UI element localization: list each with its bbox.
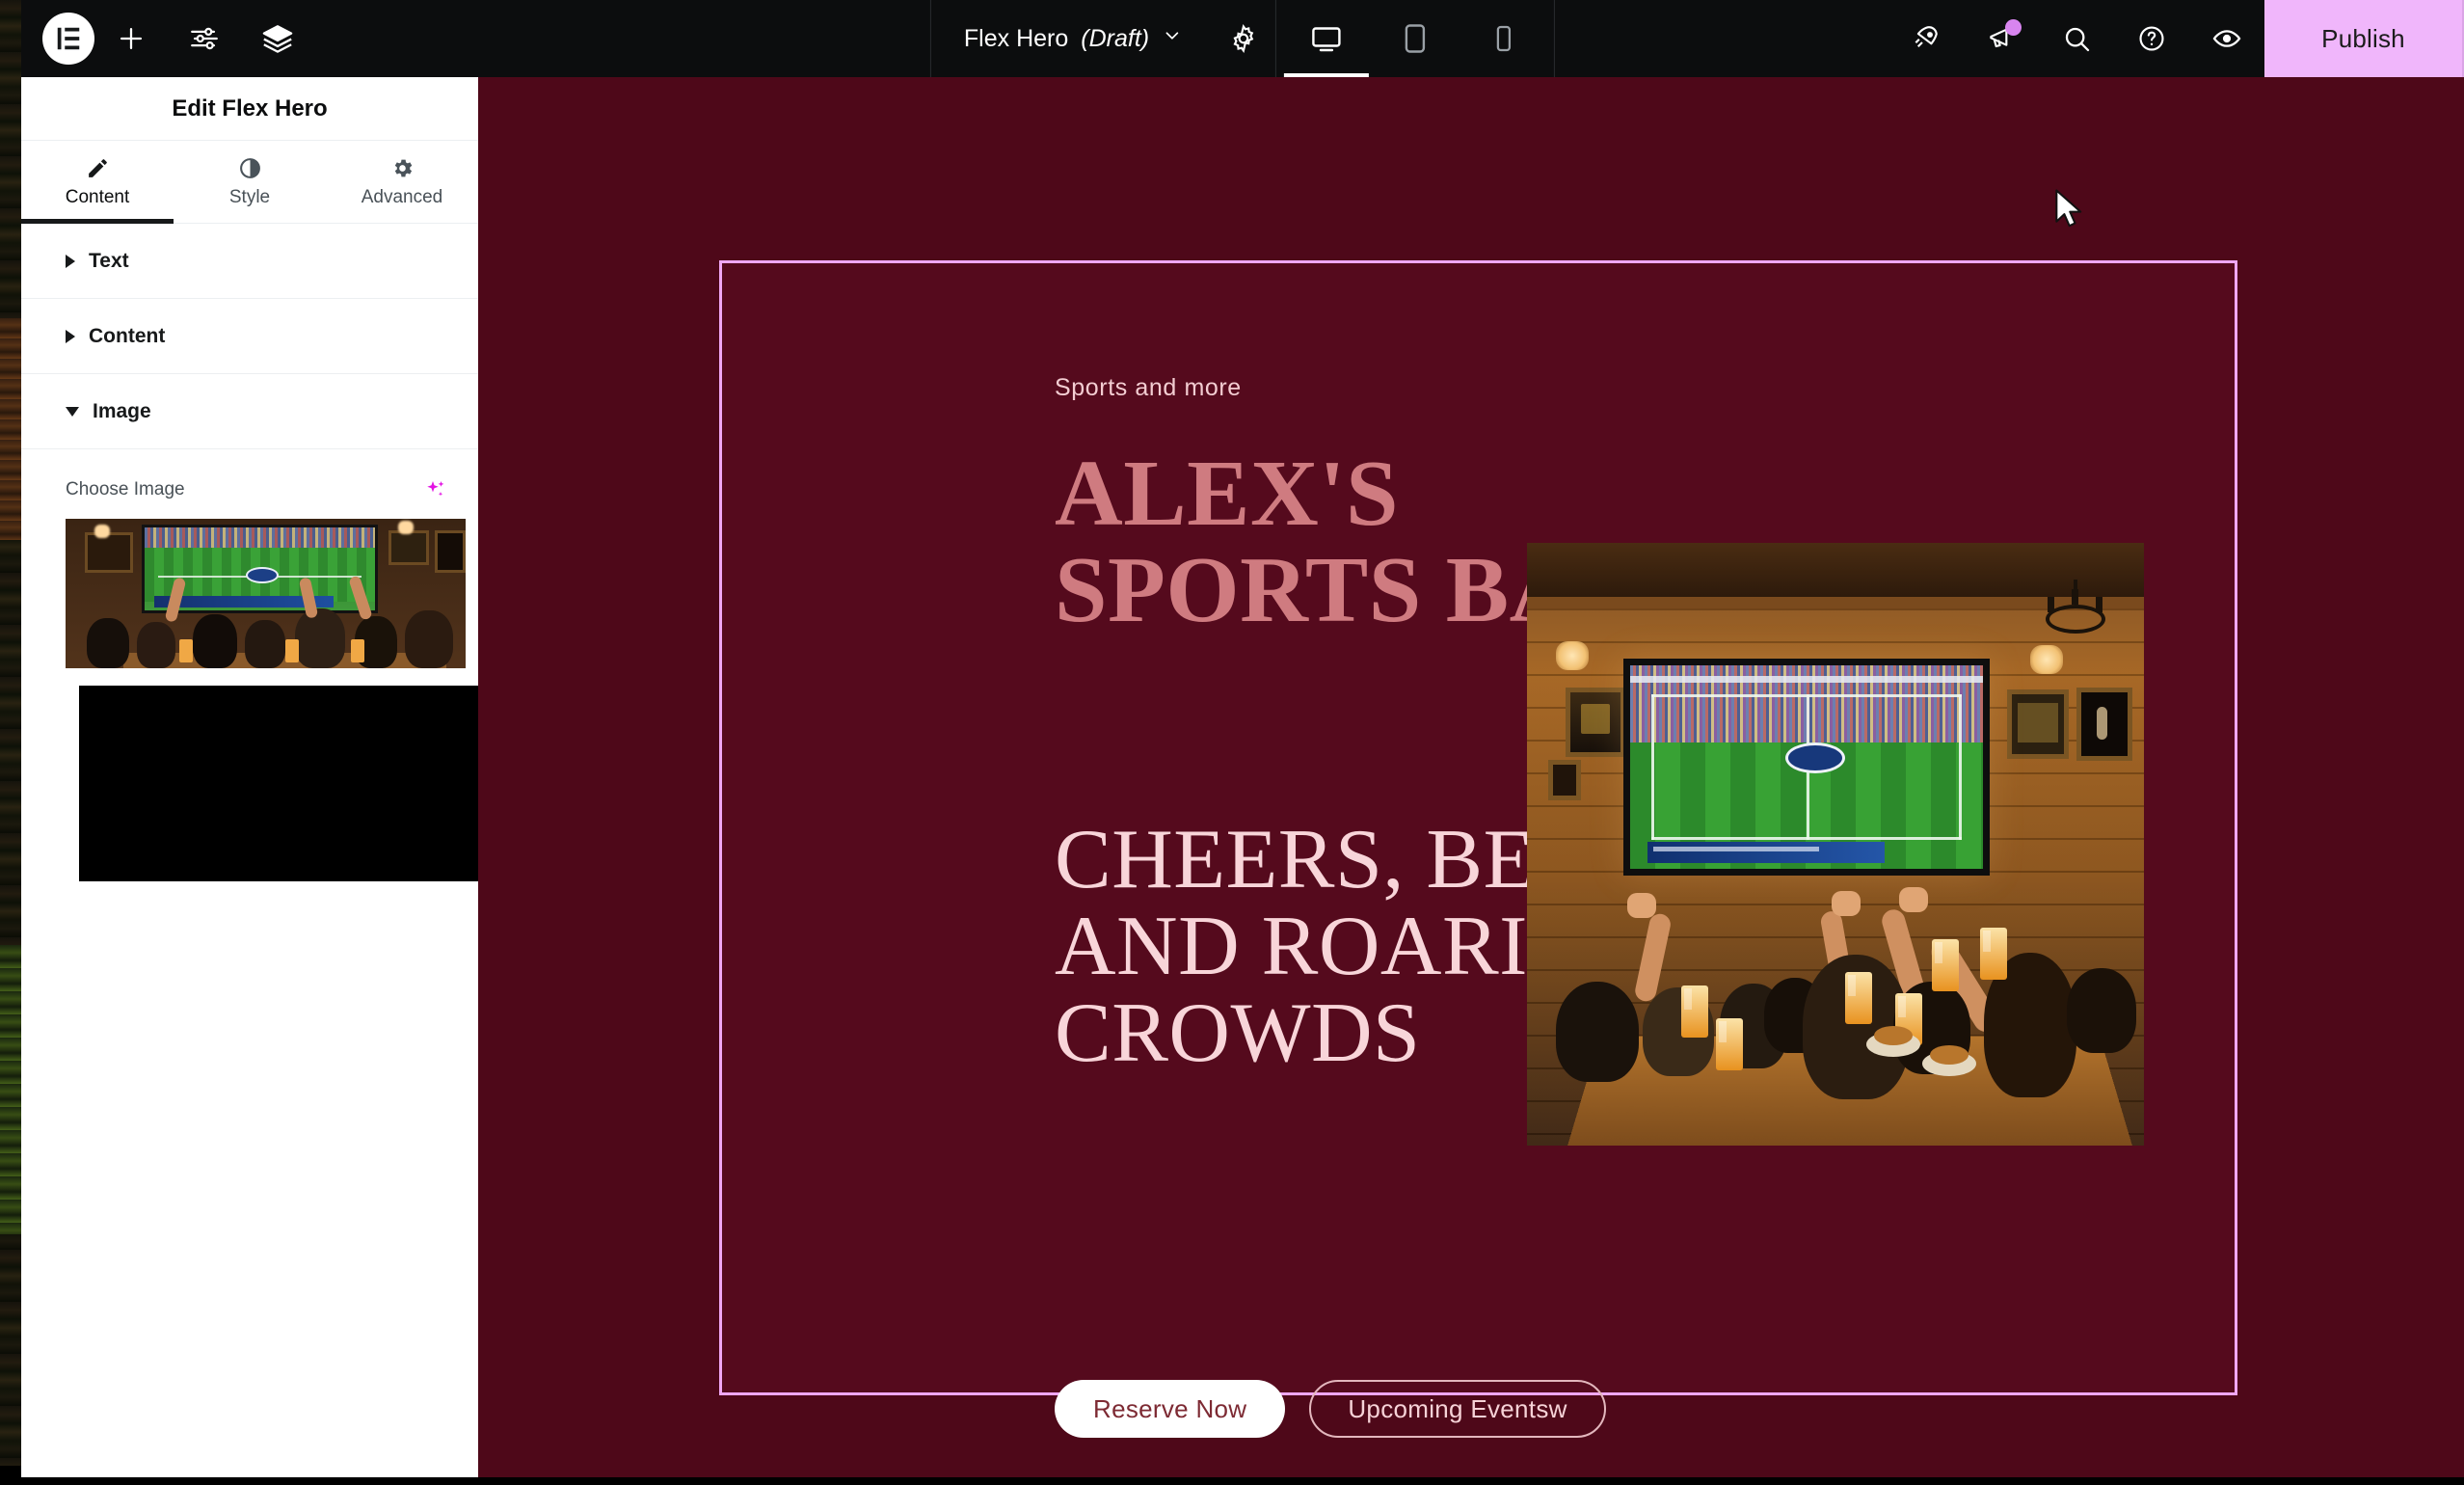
device-preview-switcher — [1276, 0, 1554, 77]
media-preview-placeholder[interactable] — [79, 686, 488, 881]
thumb-wall-light — [94, 525, 110, 538]
editor-root: Flex Hero (Draft) Publish Edit Flex Hero… — [0, 0, 2464, 1485]
hero-container-selected[interactable]: Sports and more ALEX'S SPORTS BAR CHEERS… — [719, 260, 2237, 1438]
chandelier-icon — [2040, 580, 2111, 649]
tab-advanced[interactable]: Advanced — [326, 141, 478, 223]
pencil-icon — [86, 156, 110, 180]
chevron-right-icon — [66, 254, 75, 268]
gear-icon — [390, 156, 415, 180]
tab-style[interactable]: Style — [174, 141, 326, 223]
search-icon[interactable] — [2039, 0, 2114, 77]
chevron-down-icon — [1162, 25, 1183, 53]
wall-sconce — [2030, 645, 2063, 674]
notification-badge — [2005, 19, 2022, 36]
top-bar-center-group: Flex Hero (Draft) — [929, 0, 1556, 77]
elementor-logo-icon[interactable] — [42, 13, 94, 65]
device-desktop-button[interactable] — [1282, 0, 1371, 77]
choose-image-control: Choose Image — [21, 449, 488, 881]
top-bar-right-group: Publish — [1888, 0, 2464, 77]
thumb-wall-frame — [388, 530, 429, 565]
tab-content[interactable]: Content — [21, 141, 174, 224]
wall-picture-frame — [2007, 689, 2069, 759]
chevron-down-icon — [66, 406, 79, 417]
section-image-label: Image — [93, 399, 151, 422]
publish-button[interactable]: Publish — [2264, 0, 2462, 77]
tab-style-label: Style — [228, 186, 271, 207]
document-title: Flex Hero — [963, 24, 1069, 52]
sliver-warm-band — [0, 318, 21, 540]
thumb-wall-frame — [435, 530, 466, 573]
layers-stack-icon[interactable] — [241, 0, 314, 77]
thumb-wall-light — [398, 521, 414, 534]
wall-picture-frame — [2076, 688, 2132, 761]
sliver-green-band — [0, 945, 21, 1234]
window-left-bottom-edge — [0, 1466, 21, 1485]
upcoming-events-button[interactable]: Upcoming Eventsw — [1309, 1380, 1606, 1438]
page-background-sliver — [0, 0, 21, 1485]
panel-tabs: Content Style Advanced — [21, 141, 478, 224]
wall-picture-frame — [1548, 760, 1581, 800]
sliders-icon[interactable] — [168, 0, 241, 77]
rocket-icon[interactable] — [1888, 0, 1964, 77]
section-content-label: Content — [89, 324, 166, 347]
choose-image-label: Choose Image — [66, 479, 185, 500]
tab-content-label: Content — [65, 186, 130, 207]
top-bar-left-group — [21, 0, 314, 77]
hero-inner: Sports and more ALEX'S SPORTS BAR CHEERS… — [722, 263, 2235, 1438]
bar-patrons — [1527, 856, 2144, 1146]
thumb-people — [66, 575, 466, 668]
document-status: (Draft) — [1081, 24, 1150, 52]
thumb-wall-frame — [85, 532, 133, 573]
hero-cta-row: Reserve Now Upcoming Eventsw — [1055, 1380, 1606, 1438]
question-circle-icon[interactable] — [2114, 0, 2189, 77]
add-element-button[interactable] — [94, 0, 168, 77]
hero-eyebrow[interactable]: Sports and more — [1055, 374, 1242, 402]
editor-panel: Edit Flex Hero Content Style Advanced Te… — [21, 77, 488, 1477]
image-thumbnail[interactable] — [66, 519, 466, 668]
choose-image-header: Choose Image — [66, 478, 447, 501]
document-title-dropdown[interactable]: Flex Hero (Draft) — [931, 0, 1212, 77]
chevron-right-icon — [66, 329, 75, 343]
ai-sparkle-icon[interactable] — [424, 478, 447, 501]
megaphone-icon[interactable] — [1964, 0, 2039, 77]
section-text[interactable]: Text — [21, 224, 478, 299]
page-settings-gear-icon[interactable] — [1212, 0, 1275, 77]
wall-sconce — [1556, 641, 1589, 670]
window-bottom-edge — [0, 1477, 2464, 1485]
top-bar: Flex Hero (Draft) Publish — [21, 0, 2464, 77]
eye-icon[interactable] — [2189, 0, 2264, 77]
device-tablet-button[interactable] — [1371, 0, 1460, 77]
section-image[interactable]: Image — [21, 374, 478, 449]
panel-title: Edit Flex Hero — [21, 77, 478, 141]
editor-canvas: Sports and more ALEX'S SPORTS BAR CHEERS… — [478, 77, 2464, 1477]
tv-screen — [1623, 659, 1990, 876]
reserve-now-button[interactable]: Reserve Now — [1055, 1380, 1286, 1438]
section-content[interactable]: Content — [21, 299, 478, 374]
tab-advanced-label: Advanced — [361, 186, 443, 207]
wall-picture-frame — [1566, 688, 1625, 757]
hero-image[interactable] — [1527, 543, 2144, 1146]
device-mobile-button[interactable] — [1460, 0, 1548, 77]
contrast-circle-icon — [238, 156, 262, 180]
divider — [1554, 0, 1556, 77]
section-text-label: Text — [89, 249, 129, 272]
